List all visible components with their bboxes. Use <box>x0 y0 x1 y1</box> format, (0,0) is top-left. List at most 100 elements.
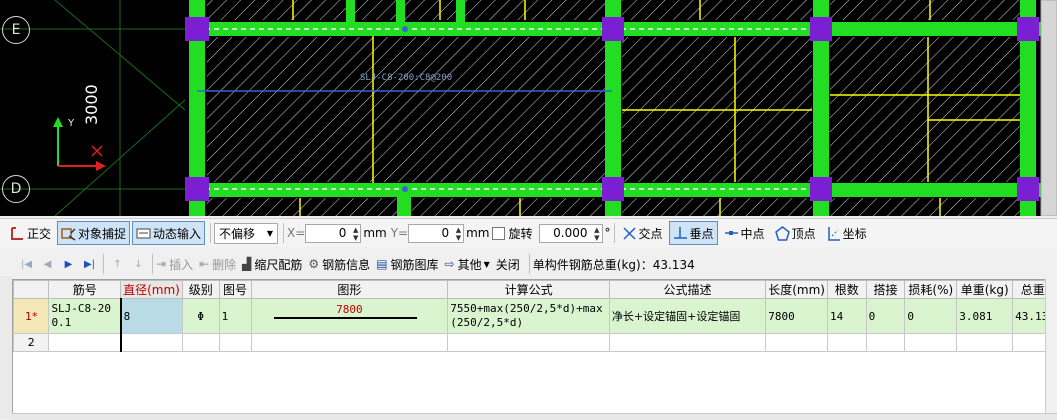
row-number[interactable]: 2 <box>14 334 49 352</box>
rotate-checkbox[interactable] <box>492 227 505 240</box>
separator <box>210 223 211 243</box>
figure-no-cell[interactable] <box>219 334 251 352</box>
vertex-label: 顶点 <box>792 225 816 242</box>
insert-icon: ⇥ <box>156 257 166 271</box>
last-record-icon[interactable]: ▶| <box>82 257 97 272</box>
table-header-row: 筋号 直径(mm) 级别 图号 图形 计算公式 公式描述 长度(mm) 根数 搭… <box>14 281 1057 299</box>
diameter-cell[interactable]: 8 <box>121 299 183 334</box>
other-icon: ⇨ <box>445 257 455 271</box>
slab-hatch <box>207 37 605 182</box>
grade-cell[interactable]: Φ <box>182 299 219 334</box>
close-label: 关闭 <box>496 256 520 273</box>
rebar-shape-line <box>274 317 418 319</box>
x-input[interactable]: 0▲▼ <box>305 224 361 243</box>
canvas-vscroll[interactable] <box>1041 0 1057 216</box>
dynamic-input-button[interactable]: 动态输入 <box>132 221 205 245</box>
bar-no-cell[interactable]: SLJ-C8-200.1 <box>49 299 121 334</box>
length-cell[interactable] <box>766 334 828 352</box>
header-length[interactable]: 长度(mm) <box>766 281 828 299</box>
separator <box>614 223 615 243</box>
move-up-icon[interactable]: ↑ <box>110 257 125 272</box>
close-panel-button[interactable]: 关闭 <box>496 256 520 273</box>
unit-weight-cell[interactable] <box>957 334 1013 352</box>
header-count[interactable]: 根数 <box>827 281 866 299</box>
midpoint-label: 中点 <box>741 225 765 242</box>
formula-cell[interactable]: 7550+max(250/2,5*d)+max(250/2,5*d) <box>448 299 610 334</box>
cad-canvas[interactable]: E D 3000 SLJ-C8-200:C8@200 Y <box>0 0 1057 216</box>
shape-cell[interactable] <box>251 334 448 352</box>
perpendicular-snap-button[interactable]: 垂点 <box>669 221 718 245</box>
diameter-cell[interactable] <box>121 334 183 352</box>
header-description[interactable]: 公式描述 <box>609 281 765 299</box>
description-cell[interactable]: 净长+设定锚固+设定锚固 <box>609 299 765 334</box>
other-menu-button[interactable]: ⇨其他▼ <box>445 256 490 273</box>
rotate-input[interactable]: 0.000▲▼ <box>539 224 603 243</box>
offset-mode-select[interactable]: 不偏移 ▼ <box>214 223 278 244</box>
ortho-button[interactable]: 正交 <box>6 221 55 245</box>
loss-cell[interactable] <box>905 334 957 352</box>
delete-button[interactable]: ⇤删除 <box>199 256 236 273</box>
first-record-icon[interactable]: |◀ <box>19 257 34 272</box>
ortho-label: 正交 <box>27 225 51 242</box>
intersection-label: 交点 <box>639 225 663 242</box>
count-cell[interactable]: 14 <box>827 299 866 334</box>
lap-cell[interactable] <box>866 334 905 352</box>
midpoint-snap-button[interactable]: 中点 <box>720 221 769 245</box>
header-lap[interactable]: 搭接 <box>866 281 905 299</box>
spin-arrows-icon[interactable]: ▲▼ <box>353 226 358 242</box>
previous-record-icon[interactable]: ◀ <box>40 257 55 272</box>
loss-cell[interactable]: 0 <box>905 299 957 334</box>
header-figure-no[interactable]: 图号 <box>219 281 251 299</box>
vertex-icon <box>775 226 790 241</box>
table-row[interactable]: 2 <box>14 334 1057 352</box>
header-loss[interactable]: 损耗(%) <box>905 281 957 299</box>
rebar-table[interactable]: 筋号 直径(mm) 级别 图号 图形 计算公式 公式描述 长度(mm) 根数 搭… <box>12 279 1057 415</box>
header-bar-no[interactable]: 筋号 <box>49 281 121 299</box>
header-unit-weight[interactable]: 单重(kg) <box>957 281 1013 299</box>
count-cell[interactable] <box>827 334 866 352</box>
scale-rebar-button[interactable]: ▟缩尺配筋 <box>242 256 302 273</box>
dropdown-arrow-icon: ▼ <box>267 229 273 238</box>
spin-arrows-icon[interactable]: ▲▼ <box>594 226 599 242</box>
header-rownum <box>14 281 49 299</box>
spin-arrows-icon[interactable]: ▲▼ <box>456 226 461 242</box>
object-snap-button[interactable]: 对象捕捉 <box>57 221 130 245</box>
axis-bubble-e: E <box>2 16 30 44</box>
separator <box>529 254 530 274</box>
insert-label: 插入 <box>169 256 193 273</box>
formula-cell[interactable] <box>448 334 610 352</box>
left-edge: × <box>0 252 12 419</box>
header-diameter[interactable]: 直径(mm) <box>121 281 183 299</box>
unit-weight-cell[interactable]: 3.081 <box>957 299 1013 334</box>
rebar-info-button[interactable]: ⚙钢筋信息 <box>308 256 370 273</box>
grid-vertical-scrollbar[interactable] <box>1045 279 1057 413</box>
y-input[interactable]: 0▲▼ <box>408 224 464 243</box>
table-row[interactable]: 1* SLJ-C8-200.1 8 Φ 1 7800 7550+max(250/… <box>14 299 1057 334</box>
ucs-y-label: Y <box>68 118 74 129</box>
figure-no-cell[interactable]: 1 <box>219 299 251 334</box>
header-grade[interactable]: 级别 <box>182 281 219 299</box>
header-formula[interactable]: 计算公式 <box>448 281 610 299</box>
delete-icon: ⇤ <box>199 257 209 271</box>
rebar-library-button[interactable]: ▤钢筋图库 <box>376 256 438 273</box>
move-down-icon[interactable]: ↓ <box>131 257 146 272</box>
header-shape[interactable]: 图形 <box>251 281 448 299</box>
coordinate-snap-button[interactable]: 坐标 <box>822 221 871 245</box>
lap-cell[interactable]: 0 <box>866 299 905 334</box>
perpendicular-icon <box>673 226 688 241</box>
ortho-icon <box>10 226 25 241</box>
dimension-text: 3000 <box>82 84 101 125</box>
next-record-icon[interactable]: ▶ <box>61 257 76 272</box>
grade-cell[interactable] <box>182 334 219 352</box>
vertex-snap-button[interactable]: 顶点 <box>771 221 820 245</box>
dynamic-input-icon <box>136 226 151 241</box>
length-cell[interactable]: 7800 <box>766 299 828 334</box>
coordinate-icon <box>826 226 841 241</box>
shape-cell[interactable]: 7800 <box>251 299 448 334</box>
axis-bubble-d: D <box>2 175 30 203</box>
intersection-snap-button[interactable]: 交点 <box>618 221 667 245</box>
row-number[interactable]: 1* <box>14 299 49 334</box>
insert-button[interactable]: ⇥插入 <box>156 256 193 273</box>
description-cell[interactable] <box>609 334 765 352</box>
bar-no-cell[interactable] <box>49 334 121 352</box>
